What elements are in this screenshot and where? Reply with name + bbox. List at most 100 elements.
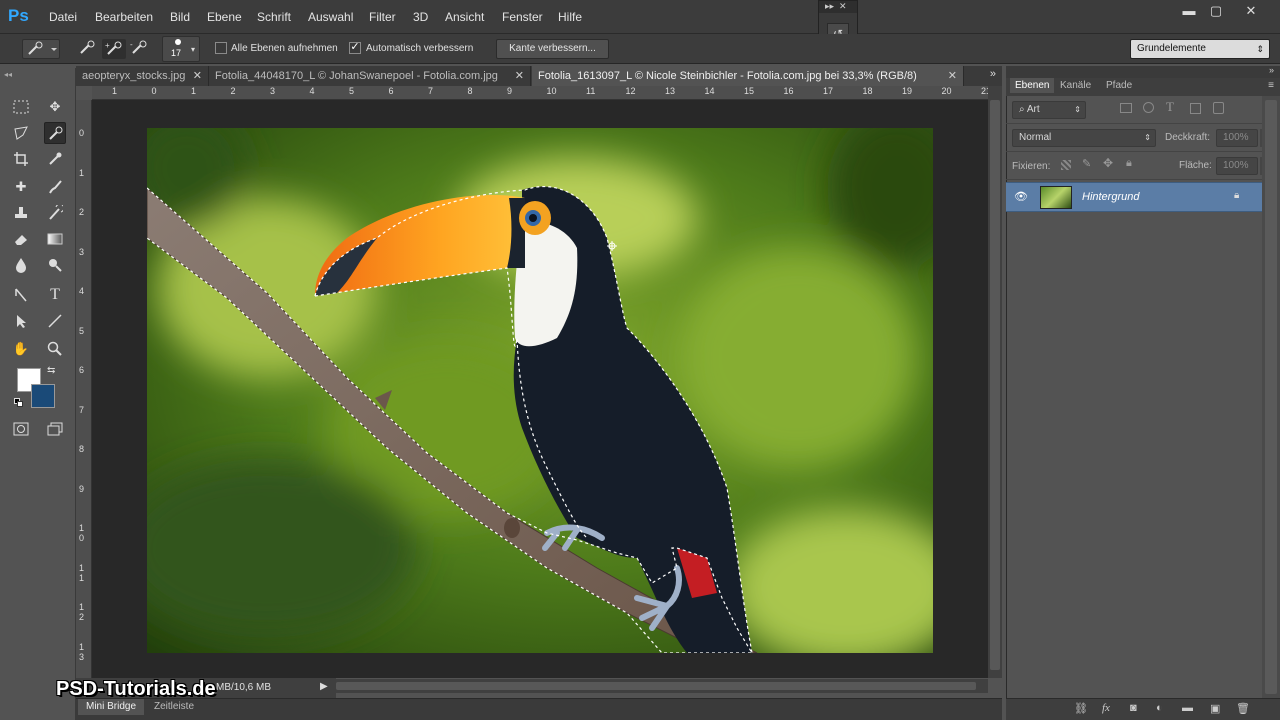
opacity-label: Deckkraft: — [1165, 132, 1211, 143]
history-brush-tool-icon[interactable] — [44, 202, 66, 224]
scroll-thumb[interactable] — [1265, 100, 1277, 694]
menu-datei[interactable]: Datei — [49, 10, 77, 24]
menu-fenster[interactable]: Fenster — [502, 10, 543, 24]
scroll-thumb[interactable] — [990, 100, 1000, 670]
new-layer-icon[interactable]: ▣ — [1210, 702, 1220, 715]
minimize-button[interactable]: ▬ — [1176, 2, 1202, 20]
tab-pfade[interactable]: Pfade — [1106, 80, 1132, 91]
close-tab-icon[interactable]: ✕ — [193, 66, 202, 86]
menu-bild[interactable]: Bild — [170, 10, 190, 24]
layer-row-hintergrund[interactable]: 👁︎ Hintergrund 🔒︎ — [1006, 182, 1262, 212]
swap-colors-icon[interactable]: ⇆ — [47, 365, 55, 376]
filter-type-icon[interactable]: T — [1166, 99, 1174, 115]
filter-smartobject-icon[interactable] — [1213, 102, 1224, 114]
fill-field[interactable]: 100% — [1216, 157, 1258, 175]
collapse-icon[interactable]: » — [1269, 65, 1274, 75]
layer-name[interactable]: Hintergrund — [1082, 191, 1139, 203]
clone-stamp-tool-icon[interactable] — [10, 202, 32, 224]
menu-ansicht[interactable]: Ansicht — [445, 10, 484, 24]
tab-kanaele[interactable]: Kanäle — [1060, 80, 1091, 91]
panel-menu-icon[interactable]: ≡ — [1268, 80, 1274, 91]
refine-edge-button[interactable]: Kante verbessern... — [496, 39, 609, 59]
lock-pixels-icon[interactable]: ✎ — [1082, 157, 1091, 170]
blur-tool-icon[interactable] — [10, 254, 32, 276]
type-tool-icon[interactable]: T — [44, 284, 66, 306]
status-menu-arrow-icon[interactable]: ▶ — [320, 681, 328, 692]
brush-size-picker[interactable]: 17 ▾ — [162, 36, 200, 62]
tool-preset-picker[interactable] — [22, 39, 60, 59]
menu-schrift[interactable]: Schrift — [257, 10, 291, 24]
gradient-tool-icon[interactable] — [44, 228, 66, 250]
healing-brush-tool-icon[interactable]: ✚ — [10, 176, 32, 198]
menu-filter[interactable]: Filter — [369, 10, 396, 24]
lock-all-icon[interactable]: 🔒︎ — [1126, 157, 1132, 170]
quick-selection-tool-icon[interactable] — [44, 122, 66, 144]
delete-layer-icon[interactable]: 🗑︎ — [1236, 702, 1250, 715]
adjustment-layer-icon[interactable]: ◐ — [1156, 702, 1163, 714]
toolbar-grip[interactable]: ◂◂ — [4, 70, 72, 79]
screen-mode-icon[interactable] — [44, 418, 66, 440]
visibility-eye-icon[interactable]: 👁︎ — [1014, 190, 1028, 203]
fx-icon[interactable]: fx — [1102, 702, 1110, 714]
lock-position-icon[interactable]: ✥ — [1103, 156, 1113, 170]
close-button[interactable]: ✕ — [1238, 2, 1264, 20]
line-tool-icon[interactable] — [44, 310, 66, 332]
filter-adjustment-icon[interactable] — [1143, 102, 1154, 113]
tab-label: Fotolia_1613097_L © Nicole Steinbichler … — [538, 70, 917, 82]
move-tool-icon[interactable]: ✥ — [44, 96, 66, 118]
sample-all-layers-checkbox[interactable] — [215, 42, 227, 54]
hand-tool-icon[interactable]: ✋ — [10, 338, 32, 360]
background-color-swatch[interactable] — [31, 384, 55, 408]
marquee-tool-icon[interactable] — [10, 96, 32, 118]
brush-tool-icon[interactable] — [44, 176, 66, 198]
tab-ebenen[interactable]: Ebenen — [1010, 78, 1055, 93]
path-selection-tool-icon[interactable] — [10, 310, 32, 332]
dodge-tool-icon[interactable] — [44, 254, 66, 276]
eraser-tool-icon[interactable] — [10, 228, 32, 250]
tab-mini-bridge[interactable]: Mini Bridge — [78, 699, 145, 715]
horizontal-scrollbar[interactable] — [336, 679, 988, 693]
filter-shape-icon[interactable] — [1190, 103, 1201, 114]
filter-pixel-icon[interactable] — [1120, 103, 1132, 113]
tab-overflow-icon[interactable]: » — [990, 68, 996, 80]
link-layers-icon[interactable]: ⛓ — [1074, 702, 1088, 715]
workspace-select[interactable]: Grundelemente ⇕ — [1130, 39, 1270, 59]
quick-selection-icon — [28, 41, 57, 55]
pen-tool-icon[interactable] — [10, 284, 32, 306]
menu-bearbeiten[interactable]: Bearbeiten — [95, 10, 153, 24]
new-group-icon[interactable]: ▬ — [1182, 702, 1193, 714]
tab-document-3[interactable]: Fotolia_1613097_L © Nicole Steinbichler … — [532, 66, 964, 86]
lasso-tool-icon[interactable] — [10, 122, 32, 144]
blend-mode-select[interactable]: Normal ⇕ — [1012, 129, 1156, 147]
close-tab-icon[interactable]: ✕ — [948, 66, 957, 86]
layer-lock-icon: 🔒︎ — [1234, 190, 1240, 201]
menu-ebene[interactable]: Ebene — [207, 10, 242, 24]
lock-transparency-icon[interactable] — [1061, 160, 1071, 170]
toucan-photo[interactable] — [147, 128, 933, 653]
panel-scrollbar[interactable] — [1262, 96, 1280, 698]
panel-grip[interactable]: ▸▸ ✕ — [819, 1, 857, 13]
scroll-thumb[interactable] — [336, 682, 976, 690]
add-mask-icon[interactable]: ◙ — [1130, 702, 1137, 714]
menu-auswahl[interactable]: Auswahl — [308, 10, 353, 24]
add-to-selection-icon[interactable]: + — [102, 39, 126, 59]
tab-document-2[interactable]: Fotolia_44048170_L © JohanSwanepoel - Fo… — [209, 66, 531, 86]
tab-zeitleiste[interactable]: Zeitleiste — [146, 699, 202, 715]
restore-button[interactable]: ▢ — [1203, 2, 1229, 20]
tab-document-1[interactable]: aeopteryx_stocks.jpg ✕ — [76, 66, 209, 86]
crop-tool-icon[interactable] — [10, 148, 32, 170]
zoom-tool-icon[interactable] — [44, 338, 66, 360]
menu-hilfe[interactable]: Hilfe — [558, 10, 582, 24]
vertical-scrollbar[interactable] — [988, 86, 1002, 678]
default-colors-icon[interactable] — [14, 398, 24, 408]
opacity-field[interactable]: 100% — [1216, 129, 1258, 147]
close-tab-icon[interactable]: ✕ — [515, 66, 524, 86]
panel-collapse-bar[interactable]: » — [1006, 65, 1280, 78]
filter-kind-select[interactable]: ⌕ Art ⇕ — [1012, 101, 1086, 119]
auto-enhance-checkbox[interactable]: ✓ — [349, 42, 361, 54]
subtract-from-selection-icon[interactable]: - — [128, 39, 152, 59]
menu-3d[interactable]: 3D — [413, 10, 428, 24]
eyedropper-tool-icon[interactable] — [44, 148, 66, 170]
new-selection-icon[interactable] — [76, 39, 100, 59]
quick-mask-icon[interactable] — [10, 418, 32, 440]
